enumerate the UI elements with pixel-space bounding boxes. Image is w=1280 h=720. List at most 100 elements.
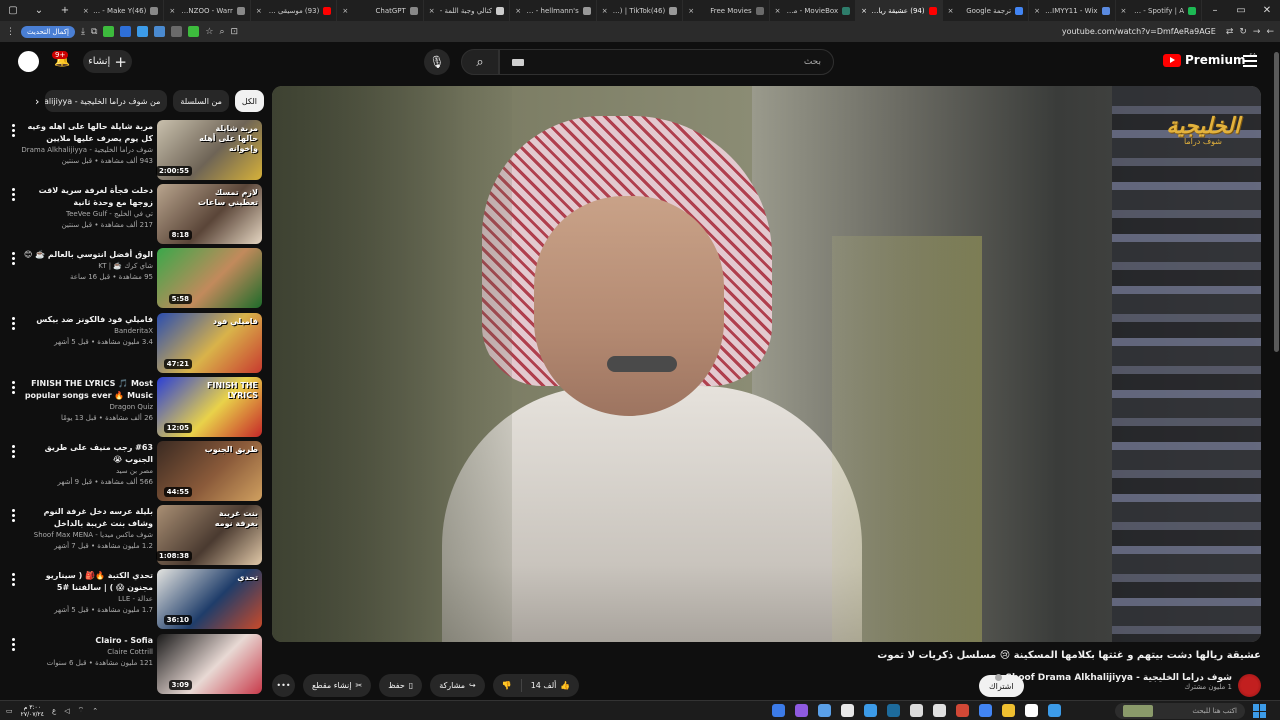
video-menu-icon[interactable] bbox=[12, 573, 18, 588]
tab-close-icon[interactable]: × bbox=[515, 7, 521, 15]
browser-tab[interactable]: hellmann's - بحث G × bbox=[510, 0, 597, 21]
recommendation-item[interactable]: فاميلي فود فالكونز ضد بيكس BanderitaX 3.4 … bbox=[8, 313, 264, 373]
channel-name-link[interactable]: شوف دراما الخليجية - Shoof Drama Alkhali… bbox=[995, 673, 1232, 683]
tab-close-icon[interactable]: × bbox=[256, 7, 262, 15]
menu-dots-icon[interactable]: ⋮ bbox=[6, 27, 15, 37]
forward-icon[interactable]: → bbox=[1253, 27, 1261, 37]
video-menu-icon[interactable] bbox=[12, 445, 18, 460]
video-menu-icon[interactable] bbox=[12, 509, 18, 524]
browser-tab[interactable]: (93) موسيقى حزينة × bbox=[251, 0, 338, 21]
browser-tab[interactable]: IM_RENZOO - Warr... × bbox=[164, 0, 251, 21]
recommendation-channel[interactable]: BanderitaX bbox=[22, 326, 153, 337]
install-app-icon[interactable]: ⊡ bbox=[231, 27, 239, 37]
taskbar-app-icon[interactable] bbox=[1048, 704, 1061, 717]
video-menu-icon[interactable] bbox=[12, 381, 18, 396]
recommendation-title[interactable]: مربة شايلة حالها على اهله وعيه كل يوم يص… bbox=[22, 121, 153, 145]
keyboard-icon[interactable] bbox=[512, 58, 524, 66]
extension-icon[interactable] bbox=[171, 26, 183, 37]
recommendation-item[interactable]: بليلة عرسه دخل غرفة النوم وشاف بنت غريبة… bbox=[8, 505, 264, 565]
clip-button[interactable]: إنشاء مقطع ✂ bbox=[303, 674, 372, 697]
like-button[interactable]: 14 ألف 👍 bbox=[522, 674, 580, 697]
recommendation-title[interactable]: دخلت فجأة لغرفة سرية لاقت زوجها مع وحدة … bbox=[22, 185, 153, 209]
network-icon[interactable]: ⌔ bbox=[78, 706, 85, 715]
tab-close-icon[interactable]: × bbox=[83, 7, 89, 15]
recommendation-title[interactable]: فاميلي فود فالكونز ضد بيكس bbox=[22, 314, 153, 326]
taskbar-app-icon[interactable] bbox=[979, 704, 992, 717]
recommendation-title[interactable]: FINISH THE LYRICS 🎵 Most popular songs e… bbox=[22, 378, 153, 402]
tab-close-icon[interactable]: × bbox=[1121, 7, 1127, 15]
more-actions-button[interactable]: ••• bbox=[272, 674, 295, 697]
search-icon[interactable]: ⌕ bbox=[461, 49, 499, 75]
recommendation-item[interactable]: تحدي الكتبة 🔥🎒 ( سيناريو مجنون 😱 ) | سال… bbox=[8, 569, 264, 629]
browser-tab[interactable]: (46)TikTok - Make Y... × bbox=[78, 0, 165, 21]
extension-icon[interactable] bbox=[188, 26, 200, 37]
video-menu-icon[interactable] bbox=[12, 252, 18, 267]
extension-icon[interactable] bbox=[137, 26, 149, 37]
bookmark-star-icon[interactable]: ☆ bbox=[205, 27, 213, 37]
video-player[interactable]: الخليجية شوف دراما bbox=[272, 86, 1261, 642]
hamburger-menu-icon[interactable] bbox=[1243, 55, 1257, 67]
taskbar-app-icon[interactable] bbox=[864, 704, 877, 717]
browser-tab[interactable]: MovieBox - مجانا ... × bbox=[770, 0, 857, 21]
taskbar-search-box[interactable]: اكتب هنا للبحث bbox=[1115, 703, 1245, 719]
site-search-icon[interactable]: ⌕ bbox=[219, 27, 224, 37]
clock[interactable]: ٣:٠٠ م ٢٧/٠٧/٢٤ bbox=[21, 704, 44, 718]
video-menu-icon[interactable] bbox=[12, 124, 18, 139]
taskbar-app-icon[interactable] bbox=[818, 704, 831, 717]
maximize-icon[interactable]: ▭ bbox=[1228, 0, 1254, 21]
dislike-button[interactable]: 👎 bbox=[493, 674, 521, 697]
recommendation-item[interactable]: #63 رجب منيف على طريق الجنوب 😭 مصر بن سيد… bbox=[8, 441, 264, 501]
reload-icon[interactable]: ↻ bbox=[1239, 27, 1247, 37]
video-menu-icon[interactable] bbox=[12, 638, 18, 653]
extension-icon[interactable] bbox=[103, 26, 115, 37]
site-info-icon[interactable]: ⇄ bbox=[1226, 27, 1234, 37]
recommendation-channel[interactable]: Dragon Quiz bbox=[22, 402, 153, 413]
page-scrollbar[interactable] bbox=[1272, 42, 1280, 700]
search-input[interactable]: بحث bbox=[499, 49, 834, 75]
chip-from-channel[interactable]: من شوف دراما الخليجية - Alkhalijiyya bbox=[45, 90, 168, 112]
browser-tab[interactable]: renzo7) | TikTok(46) × bbox=[597, 0, 684, 21]
browser-tab[interactable]: ChatGPT × bbox=[337, 0, 424, 21]
tab-close-icon[interactable]: × bbox=[688, 7, 694, 15]
address-bar[interactable]: youtube.com/watch?v=DmfAeRa9AGE bbox=[1062, 27, 1220, 36]
recommendation-item[interactable]: مربة شايلة حالها على اهله وعيه كل يوم يص… bbox=[8, 120, 264, 180]
new-tab-button[interactable]: + bbox=[52, 0, 78, 21]
voice-search-mic-icon[interactable]: 🎙 bbox=[424, 49, 450, 75]
browser-tab[interactable]: (94) عشيقة ريالها د... × bbox=[856, 0, 943, 21]
tab-close-icon[interactable]: × bbox=[948, 7, 954, 15]
extension-icon[interactable] bbox=[154, 26, 166, 37]
recommendation-channel[interactable]: تي في الخليج - TeeVee Gulf bbox=[22, 209, 153, 220]
recommendation-item[interactable]: دخلت فجأة لغرفة سرية لاقت زوجها مع وحدة … bbox=[8, 184, 264, 244]
create-button[interactable]: إنشاء + bbox=[83, 50, 132, 73]
taskbar-app-icon[interactable] bbox=[841, 704, 854, 717]
chip-all[interactable]: الكل bbox=[234, 90, 264, 112]
taskbar-app-icon[interactable] bbox=[772, 704, 785, 717]
tab-close-icon[interactable]: × bbox=[602, 7, 608, 15]
chevron-left-icon[interactable]: ‹ bbox=[25, 95, 39, 108]
chip-from-series[interactable]: من السلسلة bbox=[173, 90, 229, 112]
recommendation-title[interactable]: Clairo - Sofia bbox=[22, 635, 153, 647]
scrollbar-thumb[interactable] bbox=[1274, 52, 1279, 352]
volume-icon[interactable]: ◁ bbox=[64, 707, 69, 715]
recommendation-channel[interactable]: شوف دراما الخليجية - Shoof Drama Alkhali… bbox=[22, 145, 153, 156]
extension-icon[interactable] bbox=[120, 26, 132, 37]
share-button[interactable]: مشاركة ↪ bbox=[430, 674, 485, 697]
video-menu-icon[interactable] bbox=[12, 317, 18, 332]
tab-close-icon[interactable]: × bbox=[169, 7, 175, 15]
taskbar-app-icon[interactable] bbox=[1025, 704, 1038, 717]
close-icon[interactable]: ✕ bbox=[1254, 0, 1280, 21]
tab-close-icon[interactable]: × bbox=[775, 7, 781, 15]
tab-close-icon[interactable]: × bbox=[429, 7, 435, 15]
tab-close-icon[interactable]: × bbox=[1034, 7, 1040, 15]
extensions-icon[interactable]: ⧉ bbox=[91, 27, 97, 37]
download-icon[interactable]: ⤓ bbox=[81, 27, 85, 37]
tab-close-icon[interactable]: × bbox=[342, 7, 348, 15]
recommendation-title[interactable]: تحدي الكتبة 🔥🎒 ( سيناريو مجنون 😱 ) | سال… bbox=[22, 570, 153, 594]
browser-tab[interactable]: About JIMYY11 - Wix × bbox=[1029, 0, 1116, 21]
account-avatar[interactable] bbox=[18, 51, 39, 72]
recommendation-title[interactable]: #63 رجب منيف على طريق الجنوب 😭 bbox=[22, 442, 153, 466]
windows-start-icon[interactable] bbox=[1253, 704, 1267, 718]
minimize-icon[interactable]: – bbox=[1202, 0, 1228, 21]
recommendation-item[interactable]: FINISH THE LYRICS 🎵 Most popular songs e… bbox=[8, 377, 264, 437]
channel-avatar[interactable] bbox=[1238, 674, 1261, 697]
